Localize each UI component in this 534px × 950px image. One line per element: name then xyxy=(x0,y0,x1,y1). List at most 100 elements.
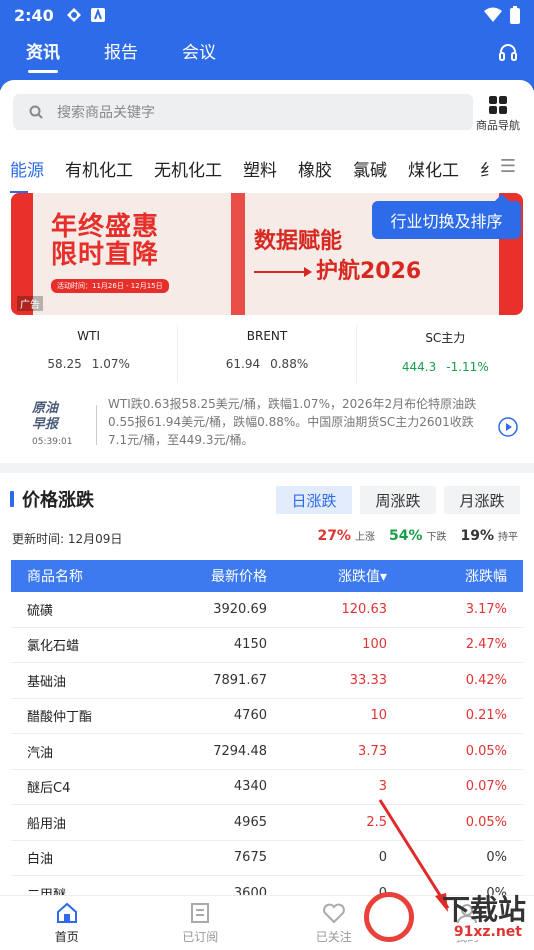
play-icon[interactable] xyxy=(498,417,518,437)
cell-pct: 2.47% xyxy=(465,637,507,653)
category-tab[interactable]: 有机化工 xyxy=(65,156,133,181)
divider xyxy=(96,405,97,445)
cell-name: 基础油 xyxy=(27,674,67,690)
header-name: 商品名称 xyxy=(27,569,83,585)
tab-meetings[interactable]: 会议 xyxy=(182,38,216,73)
ticker-brent[interactable]: BRENT 61.94 0.88% xyxy=(178,325,357,383)
cell-price: 3920.69 xyxy=(213,601,267,617)
cell-price: 4340 xyxy=(233,779,267,795)
industry-switch-tooltip[interactable]: 行业切换及排序 xyxy=(372,194,521,239)
cell-change: 100 xyxy=(362,637,387,653)
title-bar xyxy=(10,491,14,507)
product-nav-button[interactable]: 商品导航 xyxy=(476,94,520,133)
price-table: 硫磺 3920.69 120.63 3.17% 氯化石蜡 4150 100 2.47% 基础油 7… xyxy=(11,592,523,895)
table-row[interactable]: 基础油 7891.67 33.33 0.42% xyxy=(11,663,523,699)
period-tabs: 日涨跌 周涨跌 月涨跌 xyxy=(276,486,520,514)
cell-name: 硫磺 xyxy=(27,603,54,619)
home-icon xyxy=(56,902,77,923)
header-price[interactable]: 最新价格 xyxy=(171,566,267,586)
cell-pct: 0.42% xyxy=(465,672,507,688)
product-nav-label: 商品导航 xyxy=(476,119,520,132)
cell-change: 120.63 xyxy=(341,601,388,617)
search-placeholder: 搜索商品关键字 xyxy=(57,105,155,121)
table-row[interactable]: 汽油 7294.48 3.73 0.05% xyxy=(11,734,523,770)
headset-icon[interactable] xyxy=(498,42,518,62)
cell-price: 3600 xyxy=(233,885,267,895)
cell-change: 3.73 xyxy=(358,743,387,759)
wifi-icon xyxy=(484,7,502,22)
cell-price: 4760 xyxy=(233,708,267,724)
cell-pct: 0.05% xyxy=(465,814,507,830)
category-tab[interactable]: 煤化工 xyxy=(408,156,459,181)
ticker-sc[interactable]: SC主力 444.3 -1.11% xyxy=(357,325,534,383)
section-title: 价格涨跌 xyxy=(10,486,94,512)
cell-name: 船用油 xyxy=(27,816,67,832)
tab-daily[interactable]: 日涨跌 xyxy=(276,486,352,514)
cell-change: 33.33 xyxy=(349,672,387,688)
ticker-wti[interactable]: WTI 58.25 1.07% xyxy=(0,325,179,383)
search-input[interactable]: 搜索商品关键字 xyxy=(13,94,473,130)
nav-subscribed[interactable]: 已订阅 xyxy=(134,896,268,950)
cell-pct: 3.17% xyxy=(465,601,507,617)
cell-name: 醋酸仲丁酯 xyxy=(27,710,93,726)
cell-change: 2.5 xyxy=(366,814,387,830)
table-row[interactable]: 醚后C4 4340 3 0.07% xyxy=(11,770,523,805)
header-pct[interactable]: 涨跌幅 xyxy=(387,566,507,586)
cell-pct: 0.05% xyxy=(465,743,507,759)
subscribe-icon xyxy=(191,903,210,923)
watermark-url: 91xz.net xyxy=(449,924,526,940)
sync-icon xyxy=(66,8,81,22)
report-text: WTI跌0.63报58.25美元/桶，跌幅1.07%，2026年2月布伦特原油跌… xyxy=(108,397,477,447)
cell-price: 7294.48 xyxy=(213,743,267,759)
arrow-icon xyxy=(254,267,312,277)
cell-price: 4150 xyxy=(233,637,267,653)
table-row[interactable]: 硫磺 3920.69 120.63 3.17% xyxy=(11,592,523,628)
nav-home[interactable]: 首页 xyxy=(0,896,134,950)
oil-tickers: WTI 58.25 1.07% BRENT 61.94 0.88% SC主力 444… xyxy=(0,325,534,383)
tab-weekly[interactable]: 周涨跌 xyxy=(360,486,436,514)
cell-change: 0 xyxy=(378,850,387,866)
category-tab[interactable]: 氯碱 xyxy=(353,156,387,181)
category-tab[interactable]: 橡胶 xyxy=(298,156,332,181)
cell-name: 氯化石蜡 xyxy=(27,639,80,655)
heart-icon xyxy=(322,903,345,924)
category-tab[interactable]: 能源 xyxy=(10,156,44,193)
table-row[interactable]: 醋酸仲丁酯 4760 10 0.21% xyxy=(11,699,523,734)
status-time: 2:40 xyxy=(14,5,54,25)
cell-name: 二甲醚 xyxy=(11,884,171,895)
battery-icon xyxy=(510,6,520,24)
report-time: 05:39:01 xyxy=(32,437,73,447)
tab-news[interactable]: 资讯 xyxy=(26,38,60,73)
oil-morning-report[interactable]: 原油 早报 05:39:01 WTI跌0.63报58.25美元/桶，跌幅1.07… xyxy=(0,395,534,455)
cell-price: 7891.67 xyxy=(213,672,267,688)
cell-change: 0 xyxy=(378,885,387,895)
header-change[interactable]: 涨跌值▾ xyxy=(267,566,387,586)
cell-price: 4965 xyxy=(233,814,267,830)
status-bar: 2:40 xyxy=(14,4,520,26)
market-stats: 27% 上涨 54% 下跌 19% 持平 xyxy=(317,528,518,544)
cell-change: 10 xyxy=(370,708,387,724)
category-tabs: 能源 有机化工 无机化工 塑料 橡胶 氯碱 煤化工 纟 ☰ xyxy=(0,148,534,193)
table-row[interactable]: 白油 7675 0 0% xyxy=(11,841,523,876)
cell-pct: 0% xyxy=(486,850,507,866)
tab-monthly[interactable]: 月涨跌 xyxy=(444,486,520,514)
content-card: 搜索商品关键字 商品导航 能源 有机化工 无机化工 塑料 橡胶 氯碱 煤化工 纟… xyxy=(0,80,534,895)
cell-name: 汽油 xyxy=(27,745,54,761)
table-header: 商品名称 最新价格 涨跌值▾ 涨跌幅 xyxy=(11,560,523,592)
tab-reports[interactable]: 报告 xyxy=(104,38,138,73)
category-menu-icon[interactable]: ☰ xyxy=(489,156,516,177)
table-row[interactable]: 船用油 4965 2.5 0.05% xyxy=(11,805,523,841)
grid-icon xyxy=(489,96,507,114)
cell-name: 白油 xyxy=(27,852,54,868)
category-tab[interactable]: 塑料 xyxy=(243,156,277,181)
watermark-logo xyxy=(364,892,414,942)
search-icon xyxy=(29,105,43,119)
table-row[interactable]: 氯化石蜡 4150 100 2.47% xyxy=(11,628,523,663)
app-header: 2:40 资讯 报告 会议 xyxy=(0,0,534,90)
category-tab[interactable]: 无机化工 xyxy=(154,156,222,181)
watermark-text: 下载站 xyxy=(441,893,526,926)
section-divider xyxy=(0,463,534,473)
cell-pct: 0.07% xyxy=(465,779,507,795)
cell-pct: 0.21% xyxy=(465,708,507,724)
update-time: 更新时间: 12月09日 xyxy=(12,532,123,546)
